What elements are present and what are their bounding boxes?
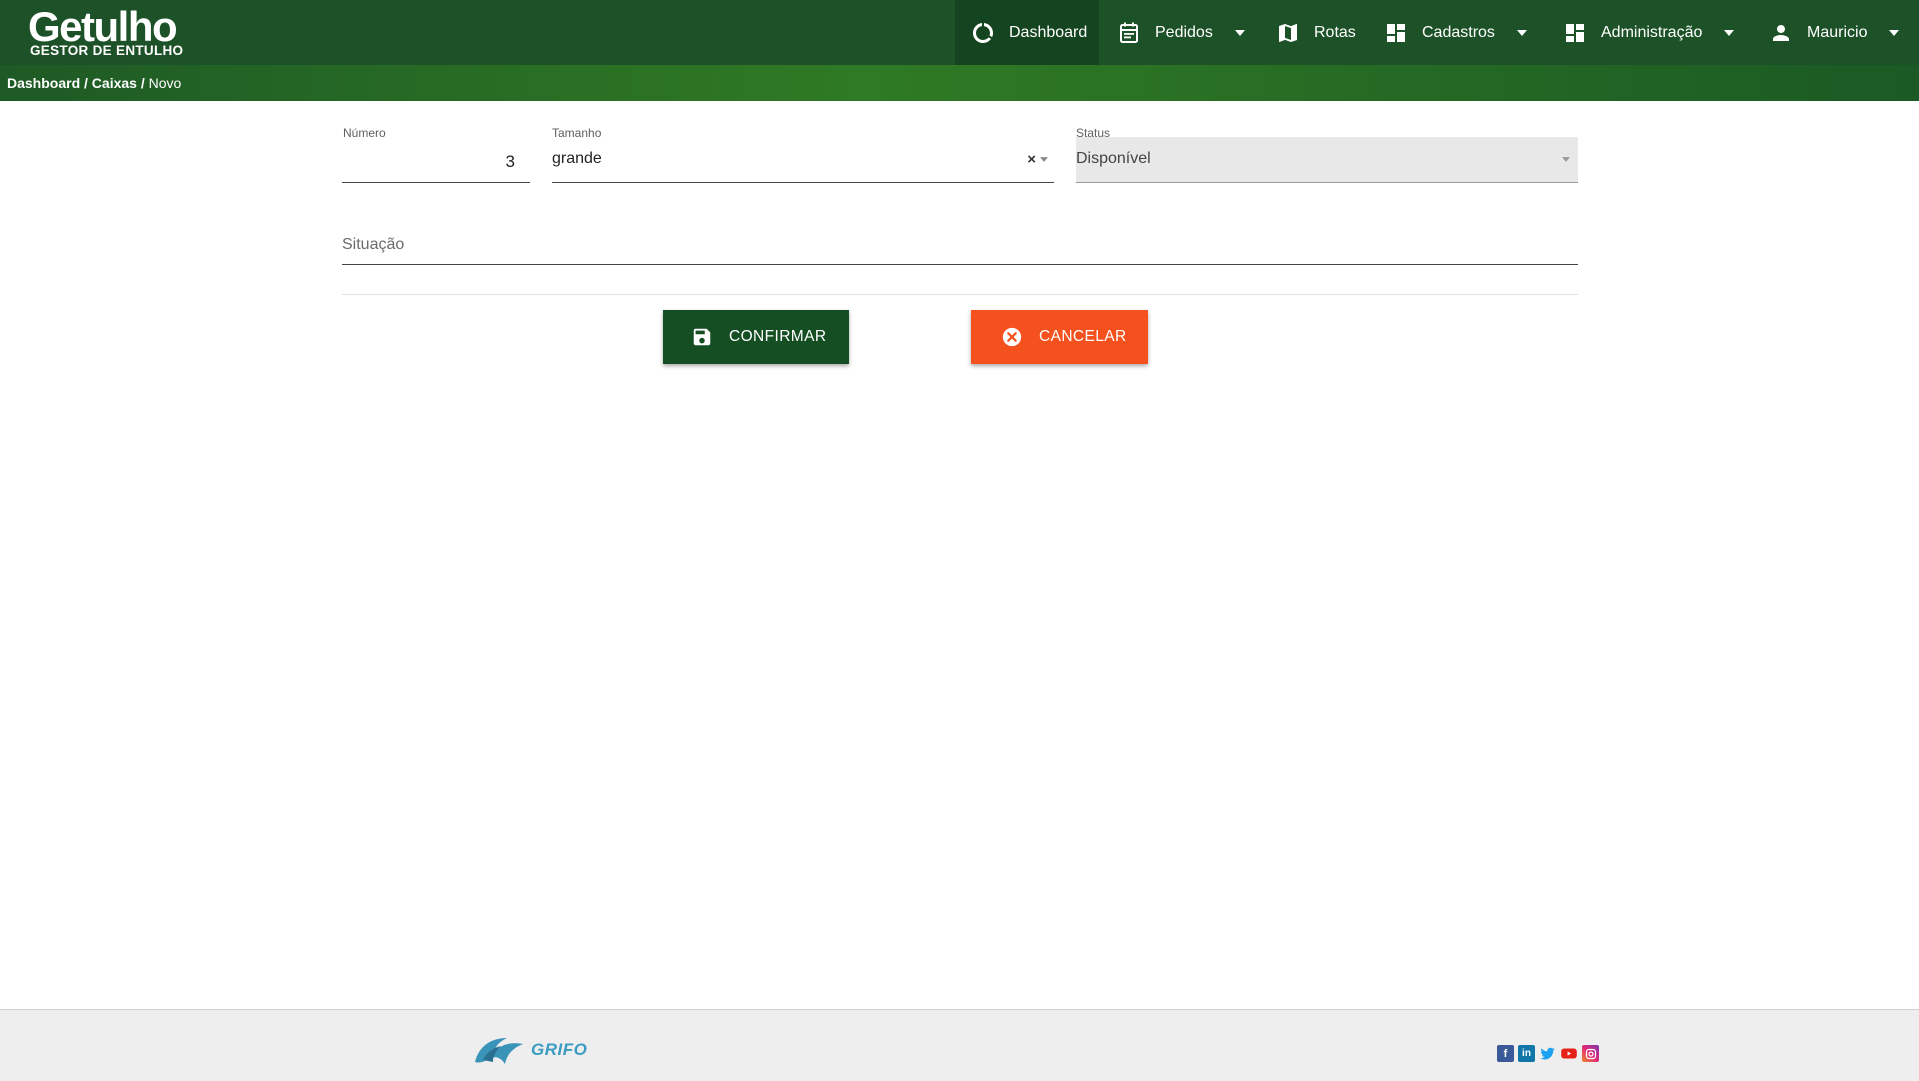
breadcrumb-dashboard[interactable]: Dashboard <box>7 75 80 91</box>
top-navbar: Getulho GESTOR DE ENTULHO Dashboard Pedi… <box>0 0 1919 65</box>
breadcrumb-caixas[interactable]: Caixas <box>92 75 137 91</box>
brand-logo[interactable]: Getulho GESTOR DE ENTULHO <box>28 4 188 60</box>
breadcrumb-separator: / <box>84 75 88 91</box>
chevron-down-icon[interactable] <box>1040 157 1048 162</box>
nav-dashboard-label: Dashboard <box>1009 23 1088 41</box>
confirm-label: CONFIRMAR <box>729 328 827 345</box>
save-icon <box>693 328 711 346</box>
situacao-input[interactable]: Situação <box>342 226 1578 265</box>
footer: GRIFO f in <box>0 1009 1919 1081</box>
chevron-down-icon <box>1234 29 1245 36</box>
facebook-icon[interactable]: f <box>1497 1045 1514 1062</box>
nav-user[interactable]: Mauricio <box>1769 0 1900 65</box>
calendar-icon <box>1120 22 1138 43</box>
nav-dashboard[interactable]: Dashboard <box>955 0 1099 65</box>
brand-tagline: GESTOR DE ENTULHO <box>30 43 184 58</box>
breadcrumb-separator: / <box>140 75 145 91</box>
map-icon <box>1279 23 1297 42</box>
chevron-down-icon <box>1562 157 1570 162</box>
nav-user-label: Mauricio <box>1807 23 1868 41</box>
confirm-button[interactable]: CONFIRMAR <box>663 310 849 364</box>
tamanho-select[interactable]: grande × <box>552 140 1054 183</box>
grid-icon <box>1387 23 1405 42</box>
breadcrumb: Dashboard / Caixas / Novo <box>0 65 1919 101</box>
chevron-down-icon <box>1724 29 1735 36</box>
numero-label: Número <box>343 126 386 140</box>
social-links: f in <box>1497 1045 1599 1062</box>
breadcrumb-current: Novo <box>148 75 182 91</box>
clear-icon[interactable]: × <box>1027 151 1036 168</box>
divider <box>342 294 1578 295</box>
nav-cadastros[interactable]: Cadastros <box>1384 0 1527 65</box>
youtube-icon[interactable] <box>1560 1045 1578 1062</box>
cancel-circle-icon <box>1002 327 1022 347</box>
chevron-down-icon <box>1889 29 1900 36</box>
nav-administracao-label: Administração <box>1601 23 1703 41</box>
nav-cadastros-label: Cadastros <box>1422 23 1495 41</box>
tamanho-label: Tamanho <box>552 126 602 140</box>
grifo-logo[interactable]: GRIFO <box>473 1032 587 1068</box>
situacao-placeholder: Situação <box>342 236 405 253</box>
nav-pedidos-label: Pedidos <box>1155 23 1213 41</box>
status-select[interactable]: Disponível <box>1076 137 1578 183</box>
nav-rotas-label: Rotas <box>1314 23 1356 41</box>
cancel-button[interactable]: CANCELAR <box>971 310 1148 364</box>
dashboard-circle-icon <box>973 22 993 43</box>
chevron-down-icon <box>1516 29 1527 36</box>
nav-administracao[interactable]: Administração <box>1563 0 1735 65</box>
numero-value: 3 <box>505 152 515 171</box>
person-icon <box>1773 24 1789 41</box>
linkedin-icon[interactable]: in <box>1518 1045 1535 1062</box>
nav-pedidos[interactable]: Pedidos <box>1117 0 1245 65</box>
cancel-label: CANCELAR <box>1039 328 1127 345</box>
status-value: Disponível <box>1076 150 1151 167</box>
dashboard-grid-icon <box>1566 23 1584 42</box>
tamanho-value: grande <box>552 150 602 167</box>
twitter-icon[interactable] <box>1539 1045 1556 1062</box>
nav-rotas[interactable]: Rotas <box>1276 0 1356 65</box>
company-name: GRIFO <box>531 1040 588 1059</box>
grifo-bird-icon <box>475 1038 523 1064</box>
numero-input[interactable]: 3 <box>342 140 530 183</box>
instagram-icon[interactable] <box>1582 1045 1599 1062</box>
